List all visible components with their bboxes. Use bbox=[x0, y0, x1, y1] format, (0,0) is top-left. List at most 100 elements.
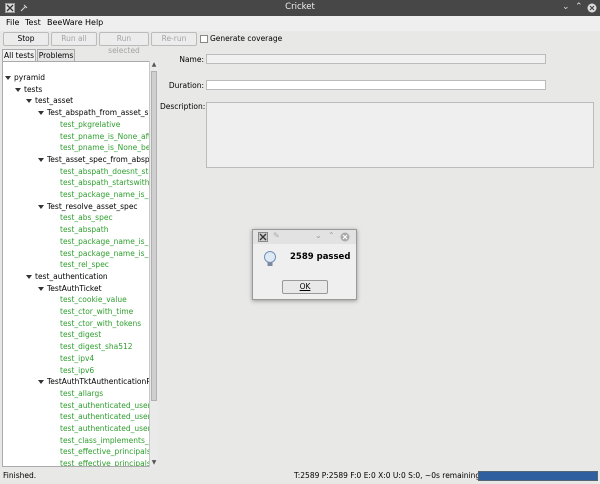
run-selected-button[interactable]: Run selected bbox=[99, 32, 149, 55]
ok-button[interactable]: OK bbox=[282, 280, 328, 294]
dialog-pin-icon[interactable]: ✎ bbox=[273, 231, 280, 240]
test-case-item[interactable]: test_package_name_is_p bbox=[60, 248, 153, 259]
test-group-item[interactable]: Test_abspath_from_asset_sp bbox=[38, 107, 153, 118]
test-case-item[interactable]: test_digest_sha512 bbox=[60, 341, 133, 352]
title-bar: Cricket ⌄ ⌃ bbox=[0, 0, 600, 16]
test-case-item[interactable]: test_ipv6 bbox=[60, 365, 94, 376]
tree-item-label: Test_resolve_asset_spec bbox=[47, 201, 138, 211]
tree-item-label: test_cookie_value bbox=[60, 295, 127, 305]
expand-arrow-icon[interactable] bbox=[5, 76, 11, 80]
result-dialog: ✎ ⌄ ⌃ 2589 passed OK bbox=[252, 229, 357, 300]
test-group-item[interactable]: tests bbox=[15, 84, 42, 95]
close-icon[interactable] bbox=[587, 3, 597, 13]
expand-arrow-icon[interactable] bbox=[26, 99, 32, 104]
status-text: Finished. bbox=[3, 471, 37, 480]
test-case-item[interactable]: test_pname_is_None_afte bbox=[60, 131, 156, 142]
test-case-item[interactable]: test_class_implements_l/ bbox=[60, 435, 153, 446]
tree-item-label: test_pname_is_None_afte bbox=[60, 131, 156, 141]
test-case-item[interactable]: test_abspath bbox=[60, 224, 108, 235]
test-case-item[interactable]: test_ipv4 bbox=[60, 353, 94, 364]
test-case-item[interactable]: test_package_name_is_N bbox=[60, 236, 154, 247]
expand-arrow-icon[interactable] bbox=[38, 204, 44, 209]
test-group-item[interactable]: Test_asset_spec_from_abspa bbox=[38, 154, 154, 165]
description-label: Description: bbox=[160, 102, 206, 111]
scroll-down-icon[interactable]: ▼ bbox=[151, 460, 157, 466]
test-case-item[interactable]: test_allargs bbox=[60, 388, 103, 399]
test-case-item[interactable]: test_ctor_with_time bbox=[60, 306, 133, 317]
dialog-title-bar: ✎ ⌄ ⌃ bbox=[253, 230, 356, 244]
test-case-item[interactable]: test_pname_is_None_bef bbox=[60, 142, 153, 153]
test-case-item[interactable]: test_abspath_startswith_ bbox=[60, 177, 153, 188]
name-field[interactable] bbox=[206, 54, 546, 64]
progress-bar bbox=[478, 471, 598, 481]
test-case-item[interactable]: test_abspath_doesnt_sta bbox=[60, 166, 153, 177]
description-field[interactable] bbox=[206, 102, 594, 168]
tab-problems[interactable]: Problems bbox=[37, 49, 75, 61]
test-case-item[interactable]: test_ctor_with_tokens bbox=[60, 318, 141, 329]
expand-arrow-icon[interactable] bbox=[38, 157, 44, 162]
tree-item-label: test_abspath_doesnt_sta bbox=[60, 166, 153, 176]
dialog-minimize-icon[interactable]: ⌄ bbox=[315, 231, 322, 240]
window-title: Cricket bbox=[285, 2, 315, 12]
test-case-item[interactable]: test_package_name_is_m bbox=[60, 189, 156, 200]
test-case-item[interactable]: test_cookie_value bbox=[60, 294, 127, 305]
menu-file[interactable]: File bbox=[6, 18, 19, 27]
dialog-message: 2589 passed bbox=[290, 252, 351, 262]
expand-arrow-icon[interactable] bbox=[38, 380, 44, 385]
status-counts: T:2589 P:2589 F:0 E:0 X:0 U:0 S:0, ~0s r… bbox=[294, 471, 481, 480]
tree-item-label: test_abspath_startswith_ bbox=[60, 178, 154, 188]
rerun-button[interactable]: Re-run bbox=[151, 32, 197, 46]
dialog-close-icon[interactable] bbox=[340, 232, 350, 244]
expand-arrow-icon[interactable] bbox=[38, 286, 44, 291]
test-case-item[interactable]: test_authenticated_useri bbox=[60, 411, 153, 422]
test-case-item[interactable]: test_effective_principals bbox=[60, 458, 151, 466]
generate-coverage-label: Generate coverage bbox=[210, 34, 283, 43]
lightbulb-icon bbox=[263, 250, 277, 270]
toolbar: Stop Run all Run selected Re-run Generat… bbox=[0, 31, 600, 55]
tree-item-label: test_pkgrelative bbox=[60, 119, 121, 129]
tree-item-label: test_digest bbox=[60, 330, 102, 340]
test-group-item[interactable]: Test_resolve_asset_spec bbox=[38, 201, 138, 212]
test-group-item[interactable]: pyramid bbox=[5, 72, 45, 83]
duration-field[interactable] bbox=[206, 80, 546, 90]
tree-item-label: test_authenticated_useri bbox=[60, 424, 153, 433]
tab-all-tests[interactable]: All tests bbox=[2, 49, 36, 61]
test-case-item[interactable]: test_pkgrelative bbox=[60, 119, 120, 130]
run-all-button[interactable]: Run all bbox=[51, 32, 97, 46]
generate-coverage-checkbox[interactable] bbox=[200, 35, 208, 43]
stop-button[interactable]: Stop bbox=[3, 32, 49, 46]
test-tree[interactable]: pyramid tests test_asset Test_abspath_from_… bbox=[2, 61, 158, 467]
test-group-item[interactable]: test_authentication bbox=[26, 271, 108, 282]
test-case-item[interactable]: test_digest bbox=[60, 329, 101, 340]
tree-item-label: test_ctor_with_tokens bbox=[60, 318, 142, 328]
test-group-item[interactable]: TestAuthTicket bbox=[38, 283, 102, 294]
menu-test[interactable]: Test bbox=[25, 18, 41, 27]
expand-arrow-icon[interactable] bbox=[15, 87, 21, 92]
test-case-item[interactable]: test_rel_spec bbox=[60, 259, 109, 270]
tree-scrollbar[interactable]: ▲ ▼ bbox=[149, 61, 158, 467]
expand-arrow-icon[interactable] bbox=[38, 111, 44, 116]
tree-item-label: test_package_name_is_m bbox=[60, 190, 156, 199]
menu-beeware[interactable]: BeeWare bbox=[47, 18, 83, 27]
tree-item-label: test_ipv6 bbox=[60, 365, 95, 375]
test-group-item[interactable]: TestAuthTktAuthenticationP bbox=[38, 376, 151, 387]
test-case-item[interactable]: test_authenticated_useri bbox=[60, 423, 153, 434]
status-bar: Finished. T:2589 P:2589 F:0 E:0 X:0 U:0 … bbox=[0, 468, 600, 484]
scrollbar-thumb[interactable] bbox=[151, 71, 157, 401]
test-group-item[interactable]: test_asset bbox=[26, 95, 73, 106]
test-case-item[interactable]: test_authenticated_useri bbox=[60, 400, 153, 411]
tree-item-label: test_allargs bbox=[60, 388, 104, 398]
dialog-maximize-icon[interactable]: ⌃ bbox=[328, 231, 335, 240]
tree-item-label: test_authenticated_useri bbox=[60, 400, 153, 410]
test-case-item[interactable]: test_abs_spec bbox=[60, 212, 113, 223]
test-case-item[interactable]: test_effective_principals bbox=[60, 446, 151, 457]
minimize-icon[interactable]: ⌄ bbox=[562, 2, 570, 12]
maximize-icon[interactable]: ⌃ bbox=[575, 2, 583, 12]
ok-label: OK bbox=[299, 282, 311, 291]
tree-item-label: test_authentication bbox=[35, 271, 108, 281]
tree-item-label: test_package_name_is_N bbox=[60, 236, 154, 246]
scroll-up-icon[interactable]: ▲ bbox=[151, 62, 157, 68]
menu-help[interactable]: Help bbox=[85, 18, 103, 27]
expand-arrow-icon[interactable] bbox=[26, 274, 32, 279]
tree-item-label: Test_asset_spec_from_abspa bbox=[47, 154, 155, 164]
